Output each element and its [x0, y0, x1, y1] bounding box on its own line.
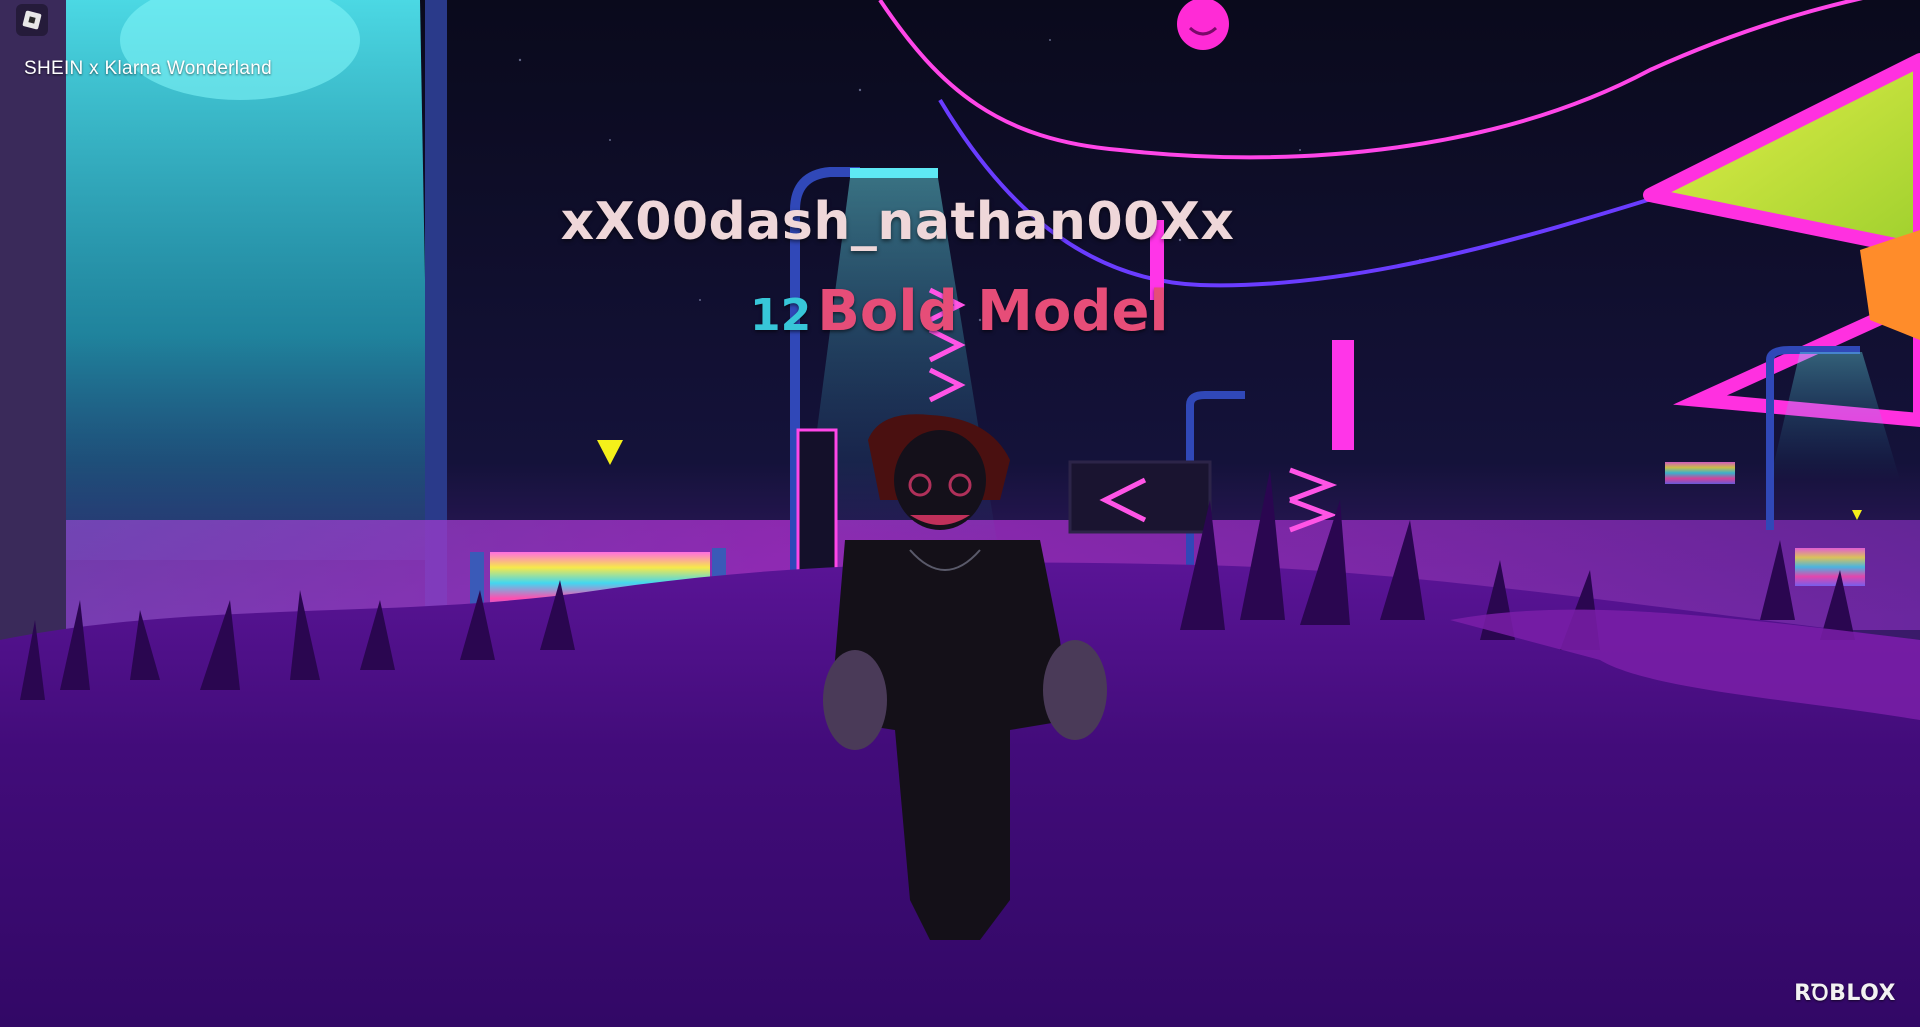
left-wall — [0, 0, 66, 690]
player-nametag: xX00dash_nathan00Xx — [0, 192, 1920, 252]
experience-title: SHEIN x Klarna Wonderland — [24, 58, 272, 79]
player-level: 12 — [750, 290, 812, 341]
game-viewport[interactable] — [0, 0, 1920, 1027]
neon-sign-column — [1332, 340, 1354, 450]
roblox-logo: RꝹBLOX — [1794, 981, 1896, 1006]
player-rank-tag: 12 Bold Model — [750, 279, 1169, 344]
player-rank-title: Bold Model — [817, 279, 1169, 344]
smiley-sign — [1177, 0, 1229, 50]
roblox-menu-icon — [22, 10, 42, 30]
player-name-text: xX00dash_nathan00Xx — [560, 192, 1235, 252]
roblox-menu-button[interactable] — [16, 4, 48, 36]
dark-sign-board — [1068, 460, 1212, 534]
